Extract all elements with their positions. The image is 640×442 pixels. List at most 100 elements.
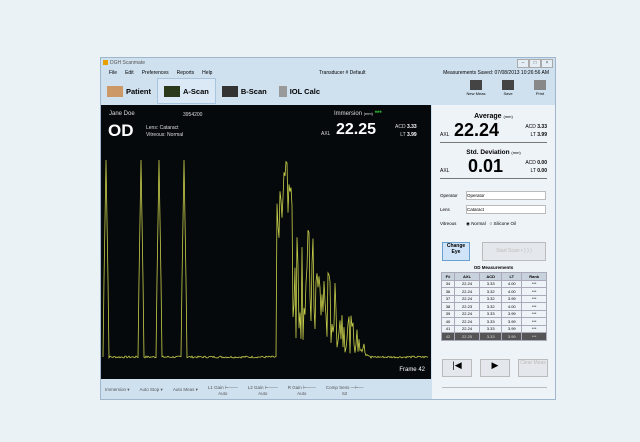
r-gain-slider[interactable]: R Gain ⊢—— Auto — [288, 385, 316, 396]
print-icon — [534, 80, 546, 90]
table-cell: 3.99 — [501, 324, 523, 333]
tab-iol-calc[interactable]: IOL Calc — [273, 79, 326, 103]
label: Clear Meas — [520, 360, 546, 366]
l1-gain-slider[interactable]: L1 Gain ⊢—— Auto — [208, 385, 238, 396]
table-row[interactable]: 39 22.24 3.33 3.99 *** — [441, 309, 547, 318]
table-cell: 22.24 — [453, 294, 481, 303]
tab-b-scan[interactable]: B-Scan — [216, 79, 273, 103]
table-cell: 3.33 — [479, 332, 503, 341]
table-cell: 3.32 — [479, 302, 503, 311]
table-cell: 3.99 — [501, 332, 523, 341]
table-cell: 22.24 — [453, 287, 481, 296]
value: Auto — [258, 390, 268, 396]
label: L2 Gain — [247, 384, 264, 390]
label: Auto Stop — [139, 387, 160, 392]
l2-gain-slider[interactable]: L2 Gain ⊢—— Auto — [248, 385, 278, 396]
play-button[interactable]: ▶ — [480, 359, 510, 377]
lens-select[interactable]: Cataract — [466, 205, 546, 214]
table-title: OD Measurements — [473, 265, 514, 270]
measurements-table: F# AXL ACD LT Rank 34 22.24 3.33 4.00 *** 36 22.24 3… — [441, 272, 547, 341]
b-scan-icon — [221, 85, 238, 97]
table-cell: 41 — [441, 324, 455, 333]
label: Auto Meas — [172, 387, 195, 392]
axl-label: AXL — [440, 132, 450, 138]
average-title: Average — [474, 113, 502, 120]
table-row[interactable]: 41 22.24 3.33 3.99 *** — [441, 324, 547, 333]
value: Auto — [218, 390, 228, 396]
table-cell: 22.24 — [453, 279, 481, 288]
table-cell: *** — [521, 279, 547, 288]
silicone-oil-radio[interactable]: ○ Silicone Oil — [489, 221, 515, 226]
std-dev-acd: 0.00 — [537, 160, 547, 166]
clear-meas-button[interactable]: Clear Meas — [518, 359, 548, 377]
column-header: LT — [501, 272, 523, 281]
frame-slider[interactable] — [442, 387, 547, 388]
table-cell: *** — [521, 294, 547, 303]
table-cell: 42 — [441, 332, 455, 341]
label: Save — [503, 91, 513, 96]
table-cell: *** — [521, 309, 547, 318]
table-cell: 22.24 — [453, 324, 481, 333]
new-meas-button[interactable]: New Meas — [465, 80, 487, 96]
a-scan-display[interactable]: Jane Doe 3954200 OD Lens: Cataract Vitreo… — [101, 105, 431, 379]
table-cell: *** — [521, 302, 547, 311]
table-row[interactable]: 37 22.24 3.32 3.99 *** — [441, 294, 547, 303]
table-cell: *** — [521, 324, 547, 333]
tab-label: B-Scan — [240, 86, 267, 96]
table-row[interactable]: 40 22.24 3.33 3.99 *** — [441, 317, 547, 326]
axl-label: AXL — [440, 168, 450, 174]
column-header: AXL — [453, 272, 481, 281]
table-cell: *** — [521, 287, 547, 296]
menu-edit[interactable]: Edit — [125, 68, 134, 78]
lens-label: Lens — [440, 207, 450, 212]
mode-dropdown[interactable]: Immersion ▾ — [105, 387, 130, 393]
minimize-button[interactable]: – — [517, 59, 529, 68]
change-eye-button[interactable]: Change Eye — [442, 242, 470, 261]
table-cell: 3.99 — [501, 294, 523, 303]
std-dev-lt: 0.00 — [537, 168, 547, 174]
table-cell: 36 — [441, 287, 455, 296]
menu-help[interactable]: Help — [202, 68, 212, 78]
std-dev-title: Std. Deviation — [466, 149, 510, 156]
tab-patient[interactable]: Patient — [101, 79, 157, 103]
print-button[interactable]: Print — [529, 80, 551, 96]
patient-icon — [107, 85, 123, 97]
operator-label: Operator — [440, 193, 458, 198]
menu-file[interactable]: File — [109, 68, 117, 78]
table-cell: *** — [521, 332, 547, 341]
table-row[interactable]: 42 22.25 3.33 3.99 *** — [441, 332, 547, 341]
normal-radio[interactable]: ◉ Normal — [466, 221, 486, 226]
menu-reports[interactable]: Reports — [177, 68, 195, 78]
average-acd: 3.33 — [537, 124, 547, 130]
maximize-button[interactable]: □ — [529, 59, 541, 68]
table-cell: 3.33 — [479, 317, 503, 326]
table-row[interactable]: 38 22.23 3.32 4.00 *** — [441, 302, 547, 311]
first-frame-button[interactable]: |◀ — [442, 359, 472, 377]
saved-status: Measurements Saved: 07/08/2013 10:26:56 … — [443, 70, 549, 76]
table-row[interactable]: 36 22.24 3.32 4.00 *** — [441, 287, 547, 296]
tab-a-scan[interactable]: A-Scan — [157, 78, 216, 104]
auto-meas-dropdown[interactable]: Auto Meas ▾ — [173, 387, 198, 393]
comp-sens-slider[interactable]: Comp Sens —⊢— 62 — [326, 385, 364, 396]
table-cell: 40 — [441, 317, 455, 326]
label: Print — [535, 91, 545, 96]
a-scan-icon — [164, 85, 181, 97]
label: Change Eye — [446, 243, 466, 255]
value: Auto — [297, 390, 307, 396]
menu-preferences[interactable]: Preferences — [142, 68, 169, 78]
acd-label: ACD — [525, 124, 536, 130]
close-button[interactable]: × — [541, 59, 553, 68]
calculator-icon — [278, 85, 287, 97]
table-cell: 3.99 — [501, 309, 523, 318]
auto-stop-dropdown[interactable]: Auto Stop ▾ — [140, 387, 163, 393]
save-button[interactable]: Save — [497, 80, 519, 96]
unit: (mm) — [503, 114, 513, 119]
waveform — [102, 159, 429, 360]
start-scan-button[interactable]: Start Scan • ) ) ) — [482, 242, 546, 261]
value: 62 — [342, 390, 348, 396]
table-row[interactable]: 34 22.24 3.33 4.00 *** — [441, 279, 547, 288]
vitreous-label: Vitreous — [440, 221, 457, 226]
operator-select[interactable]: Operator — [466, 191, 546, 200]
value: Operator — [467, 193, 485, 198]
table-cell: 4.00 — [501, 302, 523, 311]
